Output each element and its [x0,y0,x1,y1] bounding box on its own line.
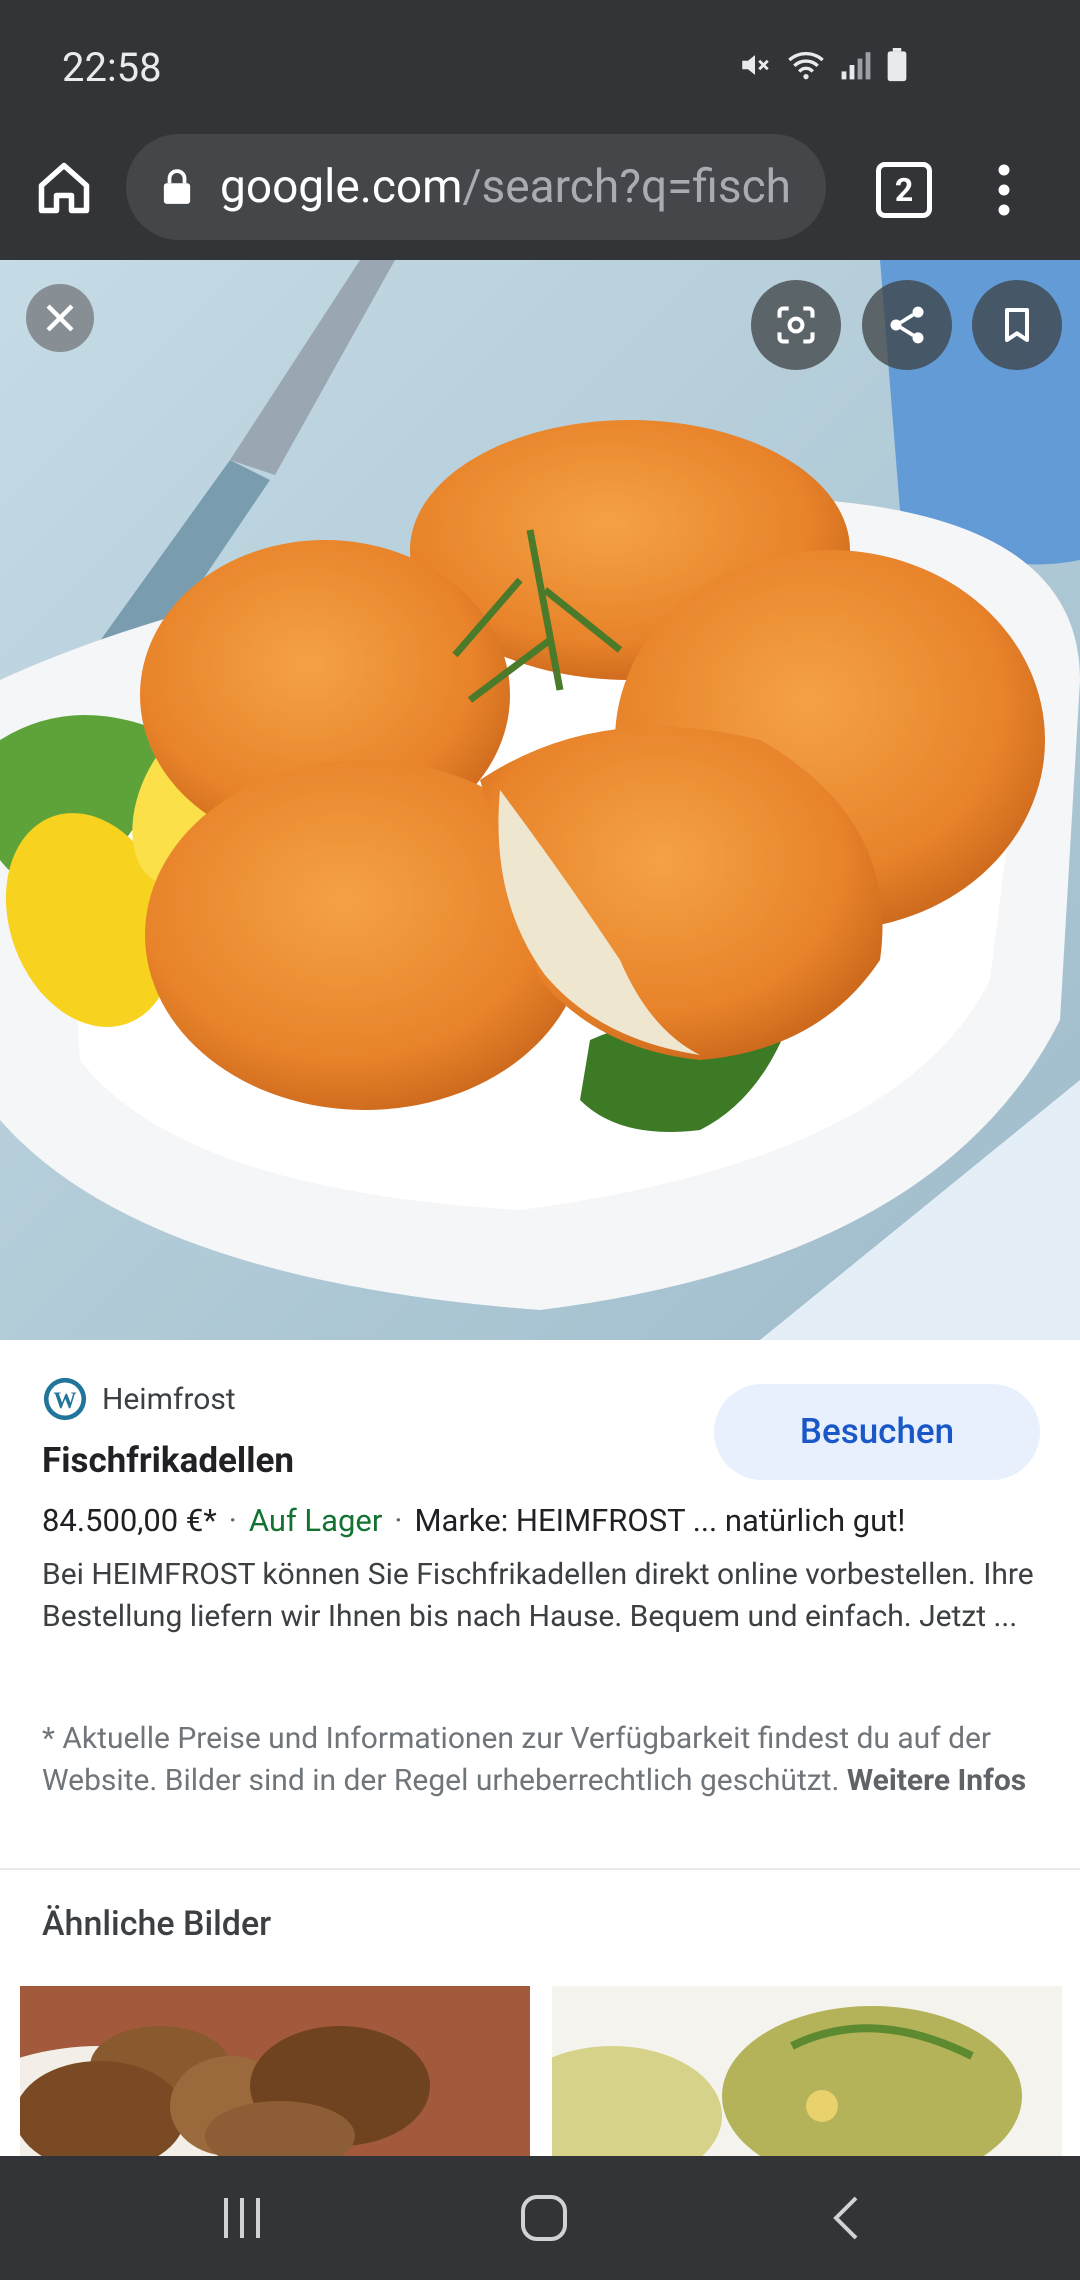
browser-toolbar: google.com/search?q=fisch 2 [0,130,1080,260]
close-button[interactable] [26,284,94,352]
home-icon [38,162,90,214]
tab-switcher-button[interactable]: 2 [876,162,932,218]
similar-image-2-photo [552,1986,1062,2156]
status-bar: 22:58 [0,0,1080,130]
url-text[interactable]: google.com/search?q=fisch [220,160,806,220]
similar-image-1-photo [20,1986,530,2156]
home-button[interactable] [34,158,94,218]
similar-images-heading: Ähnliche Bilder [42,1904,272,1944]
lens-icon [777,306,815,344]
source-row[interactable]: W Heimfrost [42,1376,236,1422]
battery-icon [887,48,907,82]
svg-text:W: W [54,1388,77,1413]
source-name: Heimfrost [102,1381,236,1417]
brand-info: Marke: HEIMFROST ... natürlich gut! [414,1502,906,1539]
separator-dot: · [394,1502,403,1539]
url-host: google.com [220,160,463,214]
share-button[interactable] [862,280,952,370]
mute-icon [742,55,769,75]
result-description: Bei HEIMFROST können Sie Fischfrikadelle… [42,1557,1034,1634]
address-bar[interactable]: google.com/search?q=fisch [126,134,826,240]
wifi-icon [788,52,824,80]
status-time: 22:58 [62,44,162,91]
more-info-link[interactable]: Weitere Infos [847,1763,1026,1798]
close-icon [46,304,74,332]
similar-image-2[interactable] [552,1986,1062,2156]
more-vertical-icon [998,164,1010,216]
divider [0,1868,1080,1870]
navigation-bar [0,2156,1080,2280]
overflow-menu-button[interactable] [994,160,1014,220]
bookmark-icon [1005,308,1029,342]
back-button[interactable] [806,2188,886,2248]
back-icon [833,2196,858,2240]
share-icon [890,306,924,344]
lens-button[interactable] [751,280,841,370]
url-path: /search?q=fisch [462,160,792,214]
wordpress-icon: W [43,1377,87,1421]
recents-icon [224,2198,260,2238]
visit-button[interactable]: Besuchen [714,1384,1040,1480]
price: 84.500,00 €* [42,1502,217,1539]
recents-button[interactable] [202,2188,282,2248]
save-button[interactable] [972,280,1062,370]
disclaimer: * Aktuelle Preise und Informationen zur … [42,1718,1052,1802]
home-nav-button[interactable] [504,2188,584,2248]
fish-cakes-photo [0,260,1080,1340]
status-icons [738,48,908,82]
stock-status: Auf Lager [248,1502,383,1539]
similar-image-1[interactable] [20,1986,530,2156]
meta-row: 84.500,00 €* · Auf Lager · Marke: HEIMFROST … [42,1502,905,1539]
result-title[interactable]: Fischfrikadellen [42,1440,294,1481]
lock-icon [163,169,191,204]
separator-dot: · [228,1502,237,1539]
signal-icon [841,52,871,80]
result-image [0,260,1080,1340]
home-nav-icon [521,2195,567,2241]
